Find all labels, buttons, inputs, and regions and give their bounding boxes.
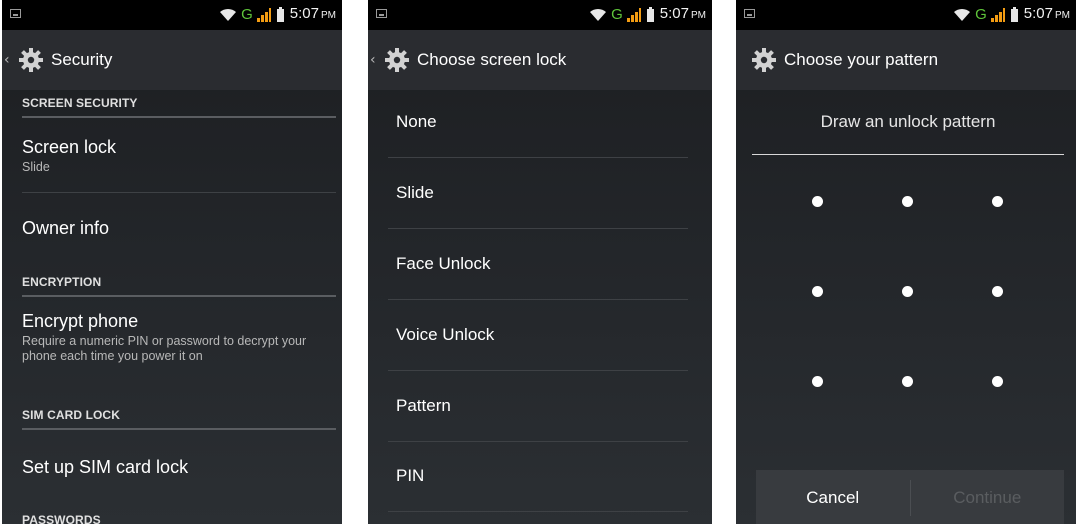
pattern-dot[interactable] <box>902 286 913 297</box>
status-clock: 5:07 PM <box>1023 5 1070 22</box>
signal-bars-icon <box>256 8 271 22</box>
screen-lock-summary: Slide <box>22 160 50 174</box>
status-icons: G 5:07 PM <box>589 5 706 24</box>
page-title: Choose your pattern <box>784 50 939 69</box>
pattern-dot[interactable] <box>992 286 1003 297</box>
category-passwords: PASSWORDS <box>22 513 101 524</box>
wifi-icon <box>590 8 607 21</box>
gear-icon[interactable] <box>383 46 411 74</box>
lock-option-label: Voice Unlock <box>396 325 495 344</box>
lock-option-label: Pattern <box>396 396 451 415</box>
owner-info-title: Owner info <box>22 218 110 238</box>
security-screen: G 5:07 PM ‹ Security SCREEN SECURITY Scr… <box>2 0 342 524</box>
category-screen-security: SCREEN SECURITY <box>22 96 336 118</box>
lock-option-label: Face Unlock <box>396 254 491 273</box>
notification-icon <box>10 9 21 18</box>
network-type-label: G <box>611 6 623 23</box>
pattern-dot[interactable] <box>812 286 823 297</box>
choose-pattern-screen: G 5:07 PM Choose your pattern Draw an un… <box>736 0 1076 524</box>
page-title: Security <box>51 50 113 69</box>
pattern-dot[interactable] <box>902 196 913 207</box>
category-sim-card-lock: SIM CARD LOCK <box>22 408 336 430</box>
category-encryption: ENCRYPTION <box>22 275 336 297</box>
gear-icon[interactable] <box>17 46 45 74</box>
sim-lock-setup-title: Set up SIM card lock <box>22 457 189 477</box>
wifi-icon <box>954 8 971 21</box>
lock-option-pin[interactable]: PIN <box>388 441 688 512</box>
gear-icon <box>752 48 776 72</box>
owner-info-item[interactable]: Owner info <box>22 218 336 239</box>
status-clock: 5:07 PM <box>289 5 336 22</box>
signal-bars-icon <box>990 8 1005 22</box>
status-clock: 5:07 PM <box>659 5 706 22</box>
pattern-dot[interactable] <box>812 376 823 387</box>
action-bar: ‹ Choose screen lock <box>368 30 712 90</box>
battery-icon <box>276 6 284 22</box>
encrypt-phone-summary: Require a numeric PIN or password to dec… <box>22 334 307 363</box>
screen-lock-item[interactable]: Screen lock Slide <box>22 137 336 175</box>
pattern-dot[interactable] <box>992 196 1003 207</box>
status-icons: G 5:07 PM <box>953 5 1070 24</box>
continue-button[interactable]: Continue <box>911 488 1065 508</box>
chevron-left-icon[interactable]: ‹ <box>370 53 379 67</box>
divider <box>752 154 1064 155</box>
pattern-dot[interactable] <box>902 376 913 387</box>
lock-option-face-unlock[interactable]: Face Unlock <box>388 229 688 300</box>
pattern-instructions: Draw an unlock pattern <box>820 112 996 131</box>
screen-lock-title: Screen lock <box>22 137 117 157</box>
button-bar: Cancel Continue <box>756 470 1064 524</box>
lock-option-pattern[interactable]: Pattern <box>388 371 688 442</box>
lock-option-none[interactable]: None <box>388 87 688 158</box>
battery-icon <box>646 6 654 22</box>
notification-icon <box>744 9 755 18</box>
status-bar: G 5:07 PM <box>736 0 1076 30</box>
chevron-left-icon[interactable]: ‹ <box>4 53 13 67</box>
battery-icon <box>1010 6 1018 22</box>
pattern-dot[interactable] <box>992 376 1003 387</box>
wifi-icon <box>220 8 237 21</box>
page-title: Choose screen lock <box>417 50 567 69</box>
status-bar: G 5:07 PM <box>368 0 712 30</box>
sim-lock-setup-item[interactable]: Set up SIM card lock <box>22 457 336 478</box>
network-type-label: G <box>241 6 253 23</box>
lock-option-slide[interactable]: Slide <box>388 158 688 229</box>
encrypt-phone-title: Encrypt phone <box>22 311 139 331</box>
lock-option-label: PIN <box>396 466 425 485</box>
action-bar: ‹ Security <box>2 30 342 90</box>
pattern-dot[interactable] <box>812 196 823 207</box>
divider <box>22 192 336 193</box>
network-type-label: G <box>975 6 987 23</box>
choose-screen-lock-screen: G 5:07 PM ‹ Choose screen lock None Slid… <box>368 0 712 524</box>
encrypt-phone-item[interactable]: Encrypt phone Require a numeric PIN or p… <box>22 311 336 364</box>
lock-option-voice-unlock[interactable]: Voice Unlock <box>388 300 688 371</box>
action-bar: Choose your pattern <box>736 30 1076 90</box>
notification-icon <box>376 9 387 18</box>
lock-option-label: None <box>396 112 437 131</box>
status-icons: G 5:07 PM <box>219 5 336 24</box>
cancel-button[interactable]: Cancel <box>756 488 910 508</box>
signal-bars-icon <box>626 8 641 22</box>
status-bar: G 5:07 PM <box>2 0 342 30</box>
lock-option-label: Slide <box>396 183 434 202</box>
